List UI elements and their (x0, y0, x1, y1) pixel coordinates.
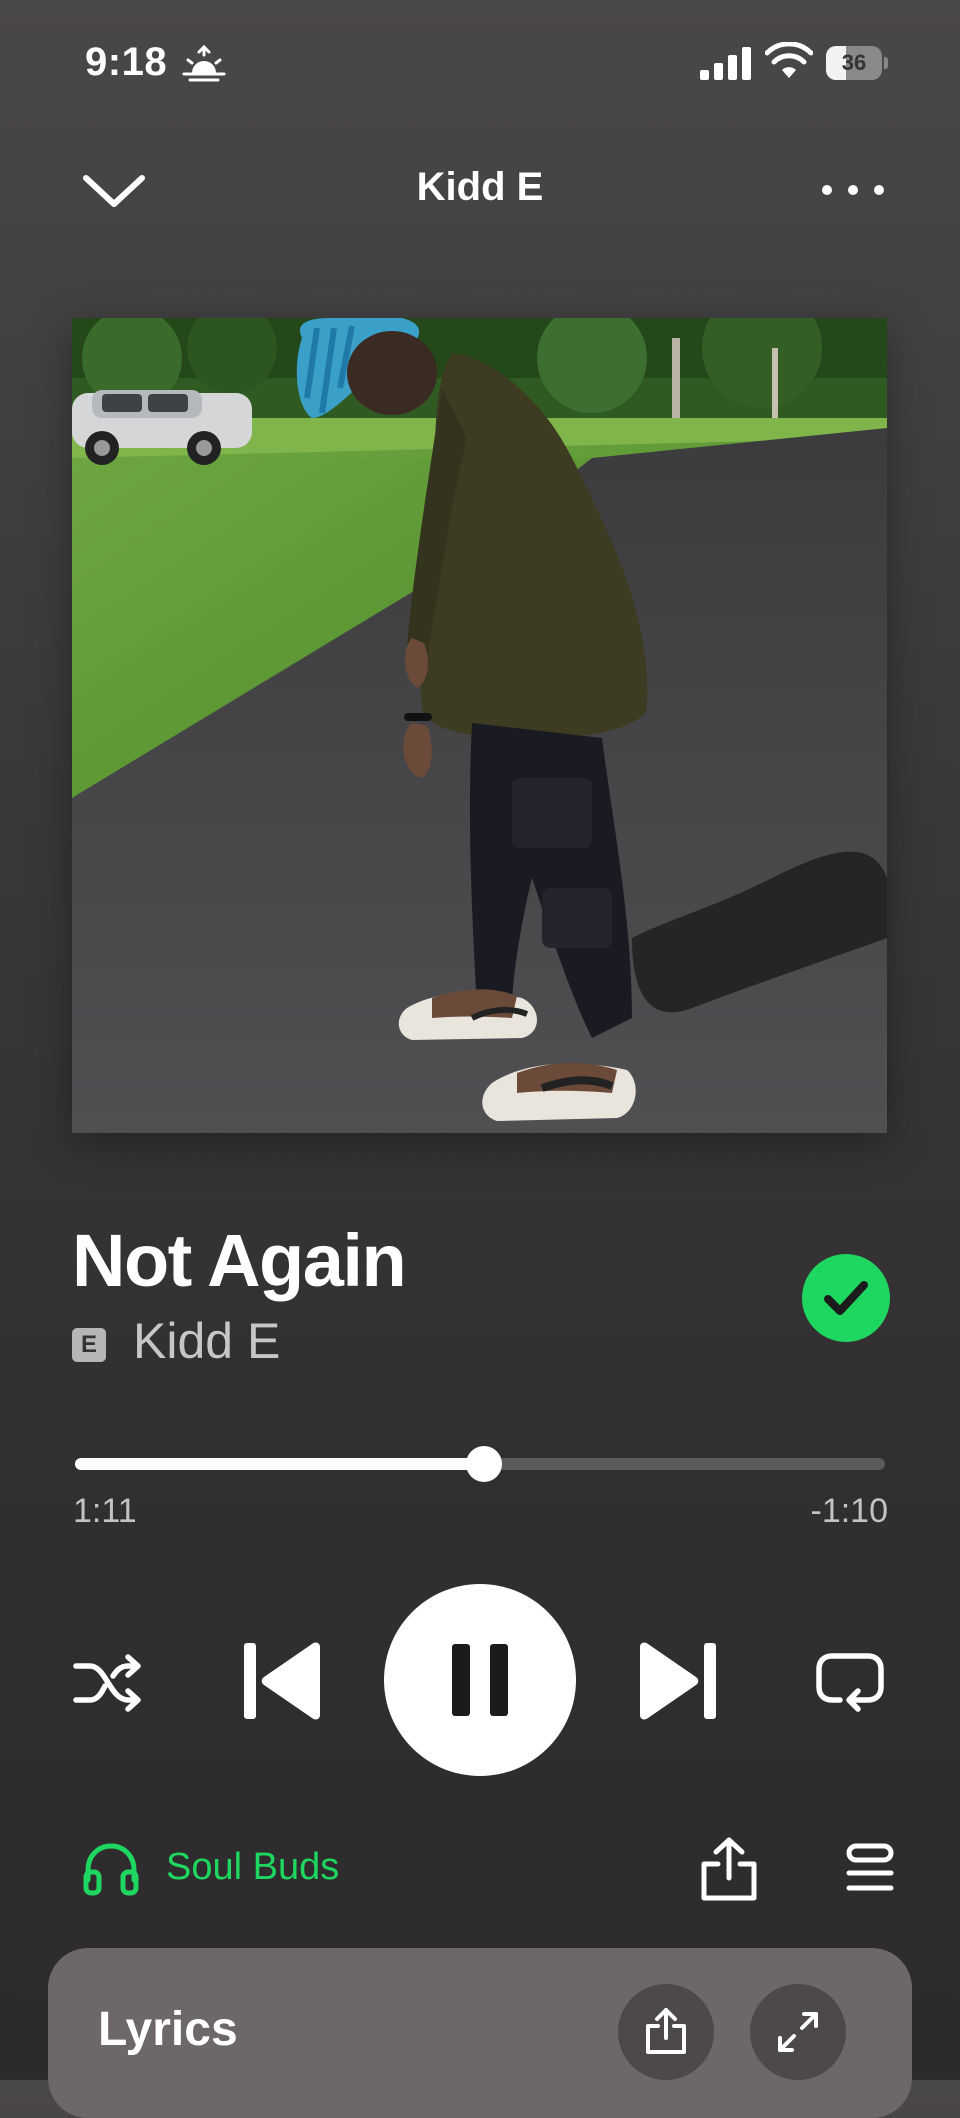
progress-bar[interactable] (75, 1446, 885, 1482)
wifi-icon (765, 42, 813, 78)
pause-icon (452, 1644, 508, 1716)
skip-next-icon (640, 1642, 716, 1720)
device-name: Soul Buds (166, 1846, 340, 1888)
share-icon (701, 1837, 757, 1901)
next-button[interactable] (636, 1638, 720, 1724)
repeat-button[interactable] (814, 1648, 886, 1718)
check-icon (824, 1281, 868, 1315)
repeat-icon (816, 1653, 884, 1712)
album-art-image (72, 318, 887, 1133)
lyrics-share-button[interactable] (618, 1984, 714, 2080)
more-options-button[interactable] (815, 160, 891, 220)
signal-icon (700, 47, 751, 80)
time-remaining: -1:10 (810, 1492, 889, 1530)
track-title: Not Again (72, 1219, 407, 1302)
lyrics-expand-button[interactable] (750, 1984, 846, 2080)
liked-button[interactable] (802, 1254, 890, 1342)
chevron-down-icon (83, 175, 145, 207)
explicit-badge: E (72, 1328, 106, 1362)
lyrics-card[interactable]: Lyrics (48, 1948, 912, 2118)
header-title: Kidd E (416, 165, 544, 209)
skip-previous-icon (244, 1642, 320, 1720)
artist-name[interactable]: Kidd E (133, 1312, 280, 1370)
shuffle-icon (73, 1654, 141, 1712)
time-elapsed: 1:11 (73, 1492, 137, 1530)
previous-button[interactable] (240, 1638, 324, 1724)
album-art (72, 318, 887, 1133)
play-pause-button[interactable] (384, 1584, 576, 1776)
sunrise-icon (182, 44, 226, 82)
progress-knob[interactable] (466, 1446, 503, 1482)
share-icon (646, 2008, 686, 2054)
more-horizontal-icon (822, 185, 884, 195)
shuffle-button[interactable] (72, 1650, 146, 1716)
headphones-icon (83, 1843, 139, 1896)
progress-fill (75, 1458, 485, 1470)
share-button[interactable] (700, 1836, 758, 1902)
queue-icon (846, 1843, 894, 1891)
battery-indicator: 36 (826, 46, 888, 80)
battery-level: 36 (841, 50, 867, 75)
connected-device-button[interactable]: Soul Buds (82, 1840, 402, 1900)
lyrics-label: Lyrics (98, 2003, 238, 2056)
collapse-button[interactable] (78, 160, 150, 220)
queue-button[interactable] (845, 1842, 895, 1894)
status-time: 9:18 (85, 40, 168, 84)
expand-icon (778, 2012, 818, 2052)
